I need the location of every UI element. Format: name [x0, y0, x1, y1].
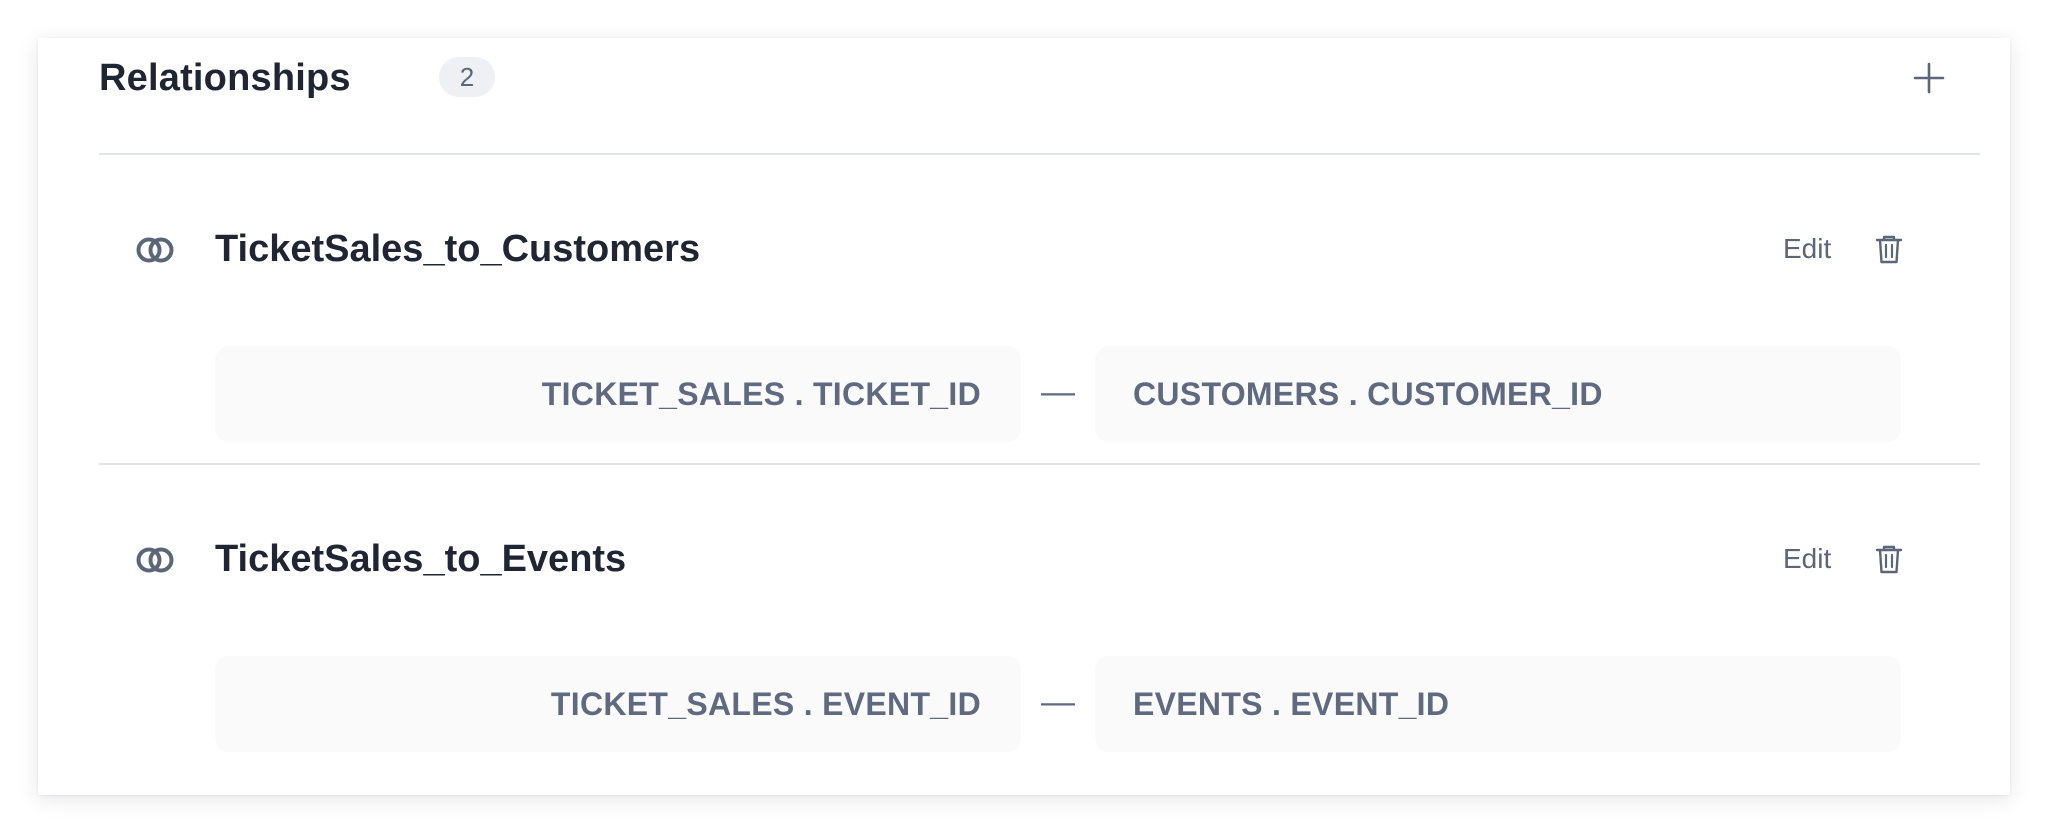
- plus-icon: [1913, 62, 1945, 94]
- relationship-connector: —: [1041, 373, 1075, 411]
- link-rings-icon: [136, 237, 174, 263]
- trash-icon: [1875, 545, 1903, 574]
- relationship-name: TicketSales_to_Customers: [215, 228, 701, 270]
- source-field: TICKET_SALES . EVENT_ID: [215, 656, 1021, 752]
- count-badge: 2: [439, 57, 495, 97]
- relationship-name: TicketSales_to_Events: [215, 538, 627, 580]
- edit-button[interactable]: Edit: [1783, 229, 1831, 269]
- relationships-panel: Relationships 2 TicketSales_to_Customers…: [38, 38, 2010, 795]
- relationship-item: TicketSales_to_Events Edit TICKET_SALES …: [99, 465, 1980, 765]
- add-relationship-button[interactable]: [1907, 56, 1951, 100]
- edit-button[interactable]: Edit: [1783, 539, 1831, 579]
- delete-button[interactable]: [1871, 541, 1907, 577]
- relationship-connector: —: [1041, 683, 1075, 721]
- source-field: TICKET_SALES . TICKET_ID: [215, 346, 1021, 442]
- trash-icon: [1875, 235, 1903, 264]
- link-rings-icon: [136, 547, 174, 573]
- relationship-item: TicketSales_to_Customers Edit TICKET_SAL…: [99, 155, 1980, 465]
- relationships-header: Relationships 2: [99, 38, 1980, 155]
- target-field: CUSTOMERS . CUSTOMER_ID: [1095, 346, 1901, 442]
- delete-button[interactable]: [1871, 231, 1907, 267]
- target-field: EVENTS . EVENT_ID: [1095, 656, 1901, 752]
- section-title: Relationships: [99, 57, 351, 99]
